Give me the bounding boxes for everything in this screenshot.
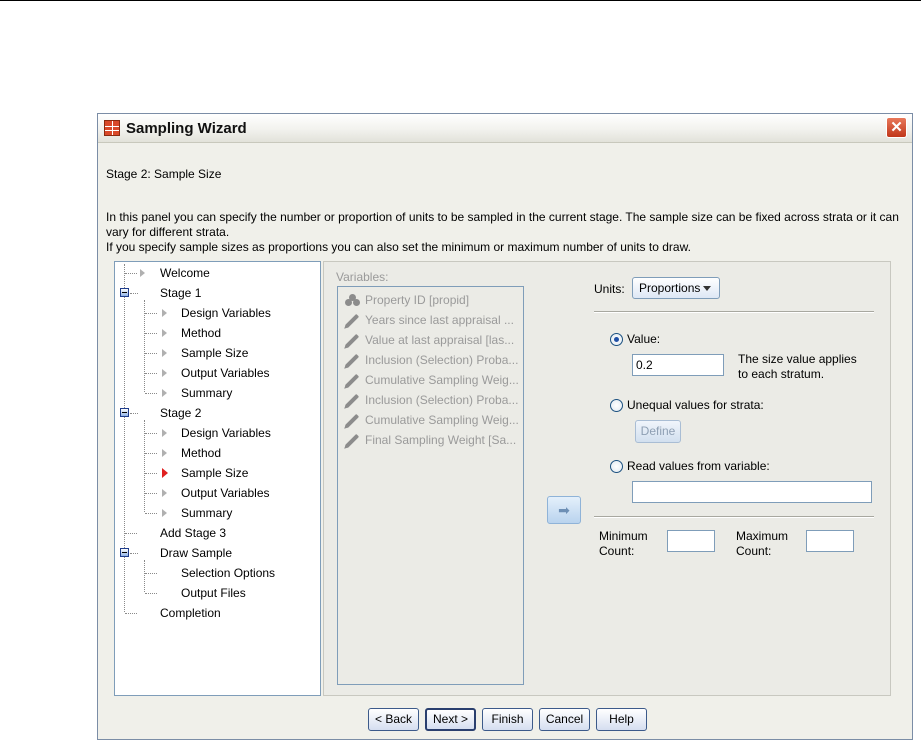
tree-item-stage2-summary[interactable]: Summary — [115, 504, 315, 522]
help-button[interactable]: Help — [596, 708, 647, 731]
variable-item[interactable]: Cumulative Sampling Weig... — [342, 410, 520, 430]
variable-item[interactable]: Inclusion (Selection) Proba... — [342, 350, 520, 370]
stage-title: Stage 2: Sample Size — [106, 167, 222, 181]
wizard-step-tree: Welcome Stage 1 Design Variables Method — [114, 261, 321, 696]
scale-ruler-icon — [344, 413, 360, 429]
tree-item-selection-options[interactable]: Selection Options — [115, 564, 315, 582]
units-dropdown[interactable]: Proportions — [632, 277, 720, 299]
close-button[interactable]: ✕ — [886, 117, 907, 138]
separator — [594, 311, 874, 313]
tree-item-draw-sample[interactable]: Draw Sample — [115, 544, 315, 562]
units-selected-value: Proportions — [639, 281, 701, 295]
variables-list[interactable]: Property ID [propid] Years since last ap… — [337, 286, 524, 685]
tree-item-stage1-sample-size[interactable]: Sample Size — [115, 344, 315, 362]
separator — [594, 516, 874, 518]
collapse-icon[interactable] — [120, 548, 129, 557]
variable-item[interactable]: Cumulative Sampling Weig... — [342, 370, 520, 390]
tree-item-stage2-output-variables[interactable]: Output Variables — [115, 484, 315, 502]
tree-item-stage1-method[interactable]: Method — [115, 324, 315, 342]
current-step-arrow-icon — [162, 468, 168, 478]
tree-item-stage2-method[interactable]: Method — [115, 444, 315, 462]
scale-ruler-icon — [344, 353, 360, 369]
tree-item-stage2-sample-size[interactable]: Sample Size — [115, 464, 315, 482]
scale-ruler-icon — [344, 373, 360, 389]
tree-item-add-stage-3[interactable]: Add Stage 3 — [115, 524, 315, 542]
read-from-variable-label: Read values from variable: — [627, 459, 770, 473]
wizard-content: Stage 2: Sample Size In this panel you c… — [98, 143, 912, 739]
step-arrow-icon — [162, 429, 167, 437]
right-arrow-icon: ➡ — [558, 502, 570, 518]
unequal-values-radio[interactable] — [610, 399, 623, 412]
title-bar[interactable]: Sampling Wizard ✕ — [98, 114, 912, 143]
step-arrow-icon — [162, 389, 167, 397]
variables-label: Variables: — [336, 270, 389, 284]
step-arrow-icon — [162, 329, 167, 337]
define-button[interactable]: Define — [635, 420, 681, 443]
variable-item[interactable]: Inclusion (Selection) Proba... — [342, 390, 520, 410]
unequal-values-label: Unequal values for strata: — [627, 398, 764, 412]
chevron-down-icon — [703, 286, 711, 291]
nominal-icon — [345, 294, 360, 306]
scale-ruler-icon — [344, 333, 360, 349]
description-line-2: If you specify sample sizes as proportio… — [106, 240, 691, 254]
scale-ruler-icon — [344, 313, 360, 329]
maximum-count-label: Maximum Count: — [736, 529, 789, 558]
description-line-1: In this panel you can specify the number… — [106, 210, 899, 239]
units-label: Units: — [594, 282, 625, 296]
tree-item-stage1-design-variables[interactable]: Design Variables — [115, 304, 315, 322]
read-from-variable-radio[interactable] — [610, 460, 623, 473]
value-hint: The size value applies to each stratum. — [738, 352, 857, 381]
step-arrow-icon — [162, 369, 167, 377]
step-arrow-icon — [162, 489, 167, 497]
read-variable-field[interactable] — [632, 481, 872, 503]
maximum-count-input[interactable] — [806, 530, 854, 552]
tree-item-stage-1[interactable]: Stage 1 — [115, 284, 315, 302]
step-arrow-icon — [162, 309, 167, 317]
cancel-button[interactable]: Cancel — [539, 708, 590, 731]
back-button[interactable]: < Back — [368, 708, 419, 731]
value-input[interactable] — [632, 354, 724, 376]
tree-item-stage1-summary[interactable]: Summary — [115, 384, 315, 402]
scale-ruler-icon — [344, 433, 360, 449]
finish-button[interactable]: Finish — [482, 708, 533, 731]
value-label: Value: — [627, 332, 661, 346]
collapse-icon[interactable] — [120, 288, 129, 297]
step-arrow-icon — [162, 349, 167, 357]
step-arrow-icon — [140, 269, 145, 277]
value-radio[interactable] — [610, 333, 623, 346]
tree-item-stage2-design-variables[interactable]: Design Variables — [115, 424, 315, 442]
minimum-count-input[interactable] — [667, 530, 715, 552]
page-top-rule — [0, 0, 921, 1]
panel-description: In this panel you can specify the number… — [106, 210, 902, 255]
tree-item-stage1-output-variables[interactable]: Output Variables — [115, 364, 315, 382]
tree-item-completion[interactable]: Completion — [115, 604, 315, 622]
sample-size-panel: Variables: Property ID [propid] Years si… — [323, 261, 891, 696]
variable-item[interactable]: Final Sampling Weight [Sa... — [342, 430, 520, 450]
step-arrow-icon — [162, 449, 167, 457]
tree-item-output-files[interactable]: Output Files — [115, 584, 315, 602]
move-variable-button[interactable]: ➡ — [547, 496, 581, 524]
window-title: Sampling Wizard — [126, 120, 247, 137]
collapse-icon[interactable] — [120, 408, 129, 417]
tree-item-stage-2[interactable]: Stage 2 — [115, 404, 315, 422]
variable-item[interactable]: Property ID [propid] — [342, 290, 520, 310]
variable-item[interactable]: Years since last appraisal ... — [342, 310, 520, 330]
scale-ruler-icon — [344, 393, 360, 409]
minimum-count-label: Minimum Count: — [599, 529, 648, 558]
tree-item-welcome[interactable]: Welcome — [115, 264, 315, 282]
next-button[interactable]: Next > — [425, 708, 476, 731]
variable-item[interactable]: Value at last appraisal [las... — [342, 330, 520, 350]
app-table-icon — [104, 120, 120, 136]
sampling-wizard-window: Sampling Wizard ✕ Stage 2: Sample Size I… — [97, 113, 913, 740]
step-arrow-icon — [162, 509, 167, 517]
